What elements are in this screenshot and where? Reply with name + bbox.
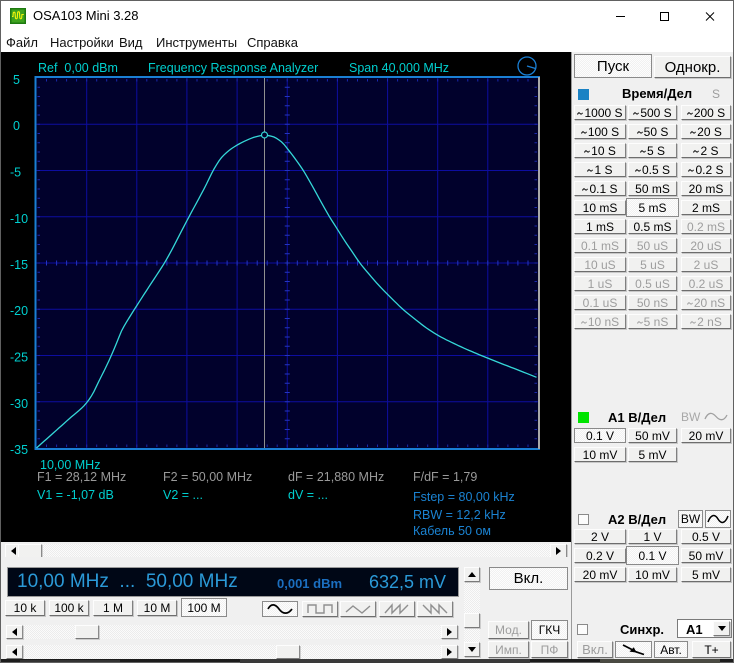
svg-text:Frequency Response Analyzer: Frequency Response Analyzer xyxy=(148,61,318,75)
svg-text:Ref 0,00 dBm: Ref 0,00 dBm xyxy=(38,61,118,75)
svg-text:Span 40,000 MHz: Span 40,000 MHz xyxy=(349,61,449,75)
svg-text:-10: -10 xyxy=(10,212,28,226)
svg-text:F2 = 50,00 MHz: F2 = 50,00 MHz xyxy=(163,470,252,484)
svg-text:-20: -20 xyxy=(10,304,28,318)
svg-text:F/dF = 1,79: F/dF = 1,79 xyxy=(413,470,477,484)
svg-text:F1 = 28,12 MHz: F1 = 28,12 MHz xyxy=(37,470,126,484)
svg-text:dF = 21,880 MHz: dF = 21,880 MHz xyxy=(288,470,384,484)
svg-text:-25: -25 xyxy=(10,351,28,365)
svg-text:Кабель 50 ом: Кабель 50 ом xyxy=(413,524,491,538)
svg-text:-30: -30 xyxy=(10,397,28,411)
svg-text:-35: -35 xyxy=(10,443,28,457)
svg-text:V1 = -1,07 dB: V1 = -1,07 dB xyxy=(37,488,114,502)
svg-text:-5: -5 xyxy=(10,166,21,180)
svg-text:V2 = ...: V2 = ... xyxy=(163,488,203,502)
svg-text:Fstep = 80,00 kHz: Fstep = 80,00 kHz xyxy=(413,490,515,504)
svg-text:5: 5 xyxy=(13,73,20,87)
svg-text:-15: -15 xyxy=(10,258,28,272)
svg-text:RBW = 12,2 kHz: RBW = 12,2 kHz xyxy=(413,508,506,522)
svg-text:dV = ...: dV = ... xyxy=(288,488,328,502)
svg-text:0: 0 xyxy=(13,119,20,133)
